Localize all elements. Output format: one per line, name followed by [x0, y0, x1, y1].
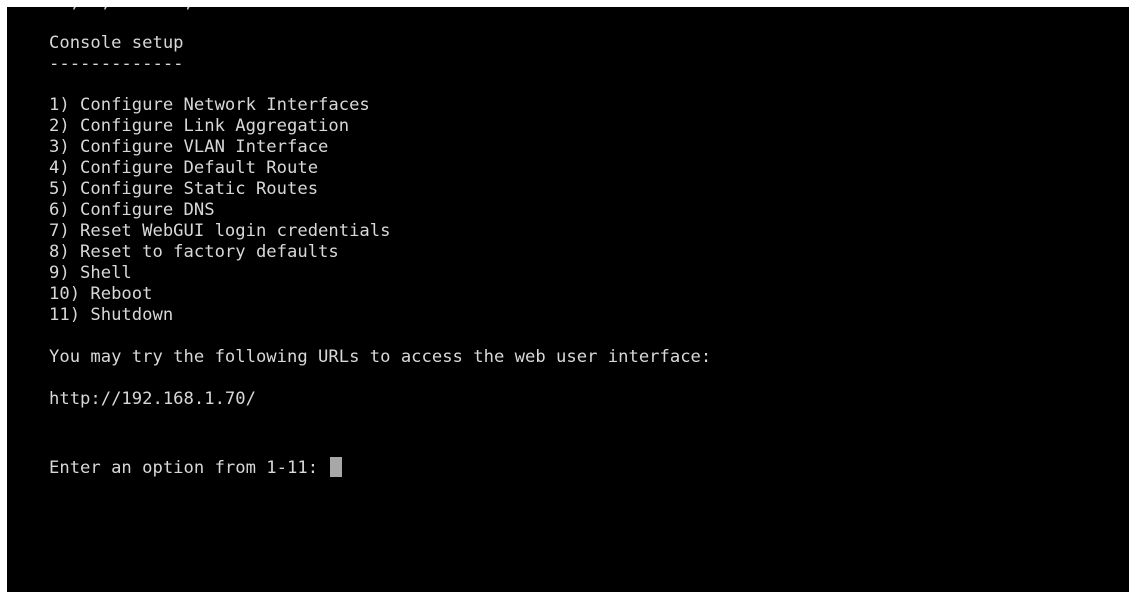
console-title: Console setup	[49, 33, 184, 53]
menu-item-configure-vlan-interface: 3) Configure VLAN Interface	[49, 137, 329, 157]
menu-item-shell: 9) Shell	[49, 263, 132, 283]
prompt-text: Enter an option from 1-11:	[49, 458, 329, 478]
menu-item-reset-webgui-credentials: 7) Reset WebGUI login credentials	[49, 221, 391, 241]
menu-item-reset-factory-defaults: 8) Reset to factory defaults	[49, 242, 339, 262]
menu-item-configure-static-routes: 5) Configure Static Routes	[49, 179, 319, 199]
clipped-previous-line: , , ,	[49, 7, 194, 12]
menu-item-configure-default-route: 4) Configure Default Route	[49, 158, 319, 178]
menu-item-configure-dns: 6) Configure DNS	[49, 200, 215, 220]
text-cursor[interactable]	[330, 457, 343, 477]
menu-item-configure-link-aggregation: 2) Configure Link Aggregation	[49, 116, 350, 136]
menu-item-configure-network-interfaces: 1) Configure Network Interfaces	[49, 95, 370, 115]
url-intro-text: You may try the following URLs to access…	[49, 347, 712, 367]
terminal-window[interactable]: , , , Console setup ------------- 1) Con…	[7, 7, 1129, 592]
title-underline: -------------	[49, 54, 184, 74]
menu-item-reboot: 10) Reboot	[49, 284, 153, 304]
web-ui-url: http://192.168.1.70/	[49, 389, 256, 409]
menu-item-shutdown: 11) Shutdown	[49, 305, 174, 325]
prompt-line[interactable]: Enter an option from 1-11:	[49, 457, 343, 478]
